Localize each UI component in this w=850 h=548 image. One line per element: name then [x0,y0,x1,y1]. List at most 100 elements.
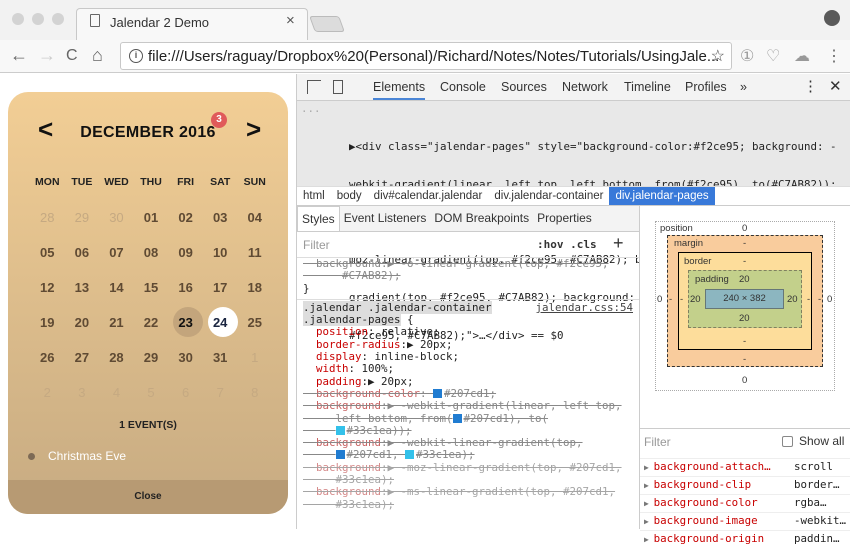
style-line[interactable]: } [297,282,639,295]
breadcrumb-item[interactable]: div.jalendar-pages [609,187,715,205]
day-cell[interactable]: 28 [30,200,65,235]
devtools-close-icon[interactable]: ✕ [829,77,842,95]
day-cell[interactable]: 19 [30,305,65,340]
day-cell[interactable]: 02 [168,200,203,235]
day-cell[interactable]: 3 [65,375,100,410]
rule-source-link[interactable]: jalendar.css:54 [535,301,633,314]
event-item[interactable]: Christmas Eve [28,449,126,463]
info-icon[interactable]: i [129,49,143,63]
day-cell[interactable]: 23 [168,305,203,340]
day-cell[interactable]: 17 [203,270,238,305]
day-cell[interactable]: 06 [65,235,100,270]
day-cell[interactable]: 11 [237,235,272,270]
window-zoom-button[interactable] [52,13,64,25]
new-rule-button[interactable]: + [613,233,624,254]
dom-tree[interactable]: ... ▶<div class="jalendar-pages" style="… [297,101,850,341]
day-cell[interactable]: 18 [237,270,272,305]
style-line[interactable]: #C7AB82); [297,269,639,282]
day-cell[interactable]: 01 [134,200,169,235]
day-cell[interactable]: 14 [99,270,134,305]
style-declaration[interactable]: background:▶ -webkit-gradient(linear, le… [297,399,639,412]
breadcrumb-item[interactable]: div#calendar.jalendar [368,187,489,205]
sidebar-tab-event-listeners[interactable]: Event Listeners [340,206,431,231]
rule-selector[interactable]: .jalendar .jalendar-container jalendar.cs… [297,300,639,314]
breadcrumb-item[interactable]: html [297,187,331,205]
window-close-button[interactable] [12,13,24,25]
day-cell[interactable]: 13 [65,270,100,305]
tab-timeline[interactable]: Timeline [624,80,671,94]
reload-icon[interactable]: C [66,47,78,65]
next-month-button[interactable]: > [246,114,261,145]
computed-property[interactable]: background-image-webkit… [640,512,850,530]
day-cell[interactable]: 7 [203,375,238,410]
profile-icon[interactable] [824,10,840,26]
window-minimize-button[interactable] [32,13,44,25]
tab-elements[interactable]: Elements [373,80,426,100]
tab-title[interactable]: Jalendar 2 Demo [110,15,209,30]
day-cell[interactable]: 8 [237,375,272,410]
day-cell[interactable]: 25 [237,305,272,340]
tab-network[interactable]: Network [562,80,608,94]
day-cell[interactable]: 30 [168,340,203,375]
day-cell[interactable]: 6 [168,375,203,410]
tab-sources[interactable]: Sources [501,80,547,94]
breadcrumb-item[interactable]: body [331,187,368,205]
dom-line[interactable]: ▶<div class="jalendar-pages" style="back… [349,140,847,154]
day-cell[interactable]: 05 [30,235,65,270]
hov-cls-toggle[interactable]: :hov .cls [537,238,597,251]
new-tab-button[interactable] [309,16,345,32]
sidebar-tab-properties[interactable]: Properties [533,206,596,231]
day-cell[interactable]: 20 [65,305,100,340]
day-cell[interactable]: 31 [203,340,238,375]
day-cell[interactable]: 4 [99,375,134,410]
inspect-element-icon[interactable] [307,80,321,94]
day-cell[interactable]: 21 [99,305,134,340]
close-events-button[interactable]: Close [8,480,288,514]
tab-console[interactable]: Console [440,80,486,94]
styles-filter[interactable]: Filter :hov .cls + [297,232,639,258]
day-cell[interactable]: 12 [30,270,65,305]
bookmark-star-icon[interactable]: ☆ [711,46,725,66]
tab-profiles[interactable]: Profiles [685,80,727,94]
day-cell[interactable]: 24 [203,305,238,340]
checkbox-icon[interactable] [782,435,793,447]
computed-filter-input[interactable]: Filter [644,435,671,449]
devtools-menu-icon[interactable]: ⋮ [803,77,818,95]
computed-property[interactable]: background-clipborder… [640,476,850,494]
style-declaration[interactable]: background:▶ -ms-linear-gradient(top, #2… [297,486,639,499]
computed-property[interactable]: background-colorrgba… [640,494,850,512]
sidebar-tab-dom-breakpoints[interactable]: DOM Breakpoints [430,206,533,231]
day-cell[interactable]: 26 [30,340,65,375]
day-cell[interactable]: 03 [203,200,238,235]
day-cell[interactable]: 10 [203,235,238,270]
computed-property[interactable]: background-attach…scroll [640,458,850,476]
day-cell[interactable]: 07 [99,235,134,270]
day-cell[interactable]: 22 [134,305,169,340]
heart-icon[interactable]: ♡ [766,46,780,66]
sidebar-tab-styles[interactable]: Styles [297,206,340,231]
day-cell[interactable]: 29 [65,200,100,235]
breadcrumb-item[interactable]: div.jalendar-container [488,187,609,205]
day-cell[interactable]: 08 [134,235,169,270]
day-cell[interactable]: 28 [99,340,134,375]
day-cell[interactable]: 04 [237,200,272,235]
day-cell[interactable]: 15 [134,270,169,305]
day-cell[interactable]: 16 [168,270,203,305]
show-all-checkbox[interactable]: Show all [782,434,844,448]
home-icon[interactable]: ⌂ [92,45,103,66]
tab-close-icon[interactable]: × [286,12,295,29]
day-cell[interactable]: 2 [30,375,65,410]
day-cell[interactable]: 30 [99,200,134,235]
forward-icon[interactable]: → [38,45,56,66]
extension-icon[interactable]: ① [740,46,754,66]
browser-menu-icon[interactable]: ⋮ [826,46,842,66]
address-bar[interactable]: i file:///Users/raguay/Dropbox%20(Person… [120,42,732,70]
day-cell[interactable]: 5 [134,375,169,410]
back-icon[interactable]: ← [10,45,28,66]
computed-property[interactable]: background-originpaddin… [640,530,850,548]
url-text[interactable]: file:///Users/raguay/Dropbox%20(Personal… [148,48,719,65]
cloud-extension-icon[interactable]: ☁ [794,46,810,66]
day-cell[interactable]: 29 [134,340,169,375]
day-cell[interactable]: 09 [168,235,203,270]
day-cell[interactable]: 1 [237,340,272,375]
